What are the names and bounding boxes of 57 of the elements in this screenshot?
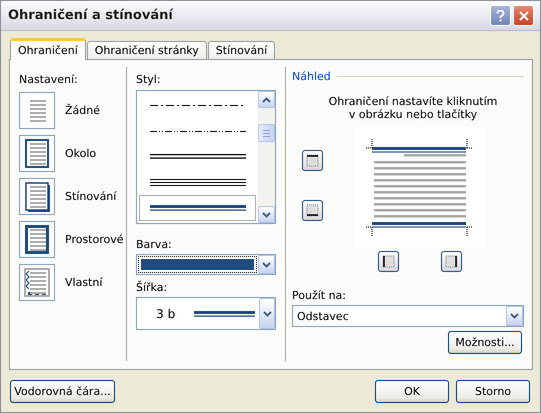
right-border-button[interactable] — [441, 251, 462, 272]
line-style-icon — [150, 130, 246, 133]
border-icon — [443, 253, 460, 270]
apply-to-dropdown[interactable]: Odstavec — [292, 305, 524, 327]
line-sample-icon — [194, 310, 256, 316]
style-item[interactable] — [139, 195, 256, 220]
style-label: Styl: — [136, 73, 162, 86]
border-icon — [304, 152, 321, 169]
border-icon — [380, 253, 397, 270]
setting-button[interactable] — [19, 135, 55, 172]
ok-button[interactable]: OK — [375, 380, 449, 403]
scroll-down-button[interactable] — [258, 206, 275, 223]
preview-hint: Ohraničení nastavíte kliknutím v obrázku nebo tlačítky — [328, 95, 498, 121]
preview-label: Náhled — [292, 70, 331, 83]
window-title: Ohraničení a stínování — [8, 8, 174, 23]
top-border-button[interactable] — [302, 150, 323, 171]
caret-icon — [262, 96, 271, 102]
page-preview-drawing[interactable] — [354, 127, 486, 247]
scrollbar[interactable] — [258, 91, 275, 223]
close-icon — [518, 10, 528, 20]
setting-label: Stínování — [65, 190, 116, 203]
setting-button[interactable] — [19, 178, 55, 215]
bottom-border-button[interactable] — [302, 200, 323, 221]
tab[interactable]: Ohraničení — [10, 38, 86, 60]
settings-label: Nastavení: — [19, 73, 79, 86]
line-style-icon — [150, 204, 246, 211]
horizontal-line-button[interactable]: Vodorovná čára... — [10, 380, 115, 403]
left-border-button[interactable] — [378, 251, 399, 272]
setting-button[interactable] — [19, 221, 55, 258]
cancel-button[interactable]: Storno — [456, 380, 530, 403]
width-label: Šířka: — [136, 281, 168, 294]
setting-label: Vlastní — [65, 276, 102, 289]
line-style-icon — [150, 178, 246, 186]
setting-label: Prostorové — [65, 233, 124, 246]
scroll-up-button[interactable] — [258, 91, 275, 108]
apply-to-label: Použít na: — [292, 289, 348, 302]
close-button[interactable] — [513, 5, 534, 26]
setting-label: Okolo — [65, 147, 96, 160]
scroll-thumb[interactable] — [258, 124, 275, 142]
caret-icon — [262, 212, 271, 218]
color-label: Barva: — [136, 238, 173, 251]
caret-icon — [262, 310, 272, 316]
width-dropdown[interactable]: 3 b — [136, 297, 276, 330]
help-icon — [496, 10, 505, 22]
grip-icon — [263, 130, 270, 137]
setting-button[interactable] — [19, 264, 55, 301]
setting-label: Žádné — [65, 104, 100, 117]
line-style-icon — [150, 154, 246, 160]
tab[interactable]: Ohraničení stránky — [86, 41, 207, 60]
color-dropdown[interactable] — [136, 254, 276, 275]
border-icon — [304, 202, 321, 219]
options-button[interactable]: Možnosti... — [448, 331, 522, 354]
help-button[interactable] — [490, 5, 511, 26]
line-style-icon — [150, 104, 246, 108]
caret-icon — [510, 313, 519, 319]
tab[interactable]: Stínování — [208, 41, 276, 60]
caret-icon — [262, 262, 271, 268]
